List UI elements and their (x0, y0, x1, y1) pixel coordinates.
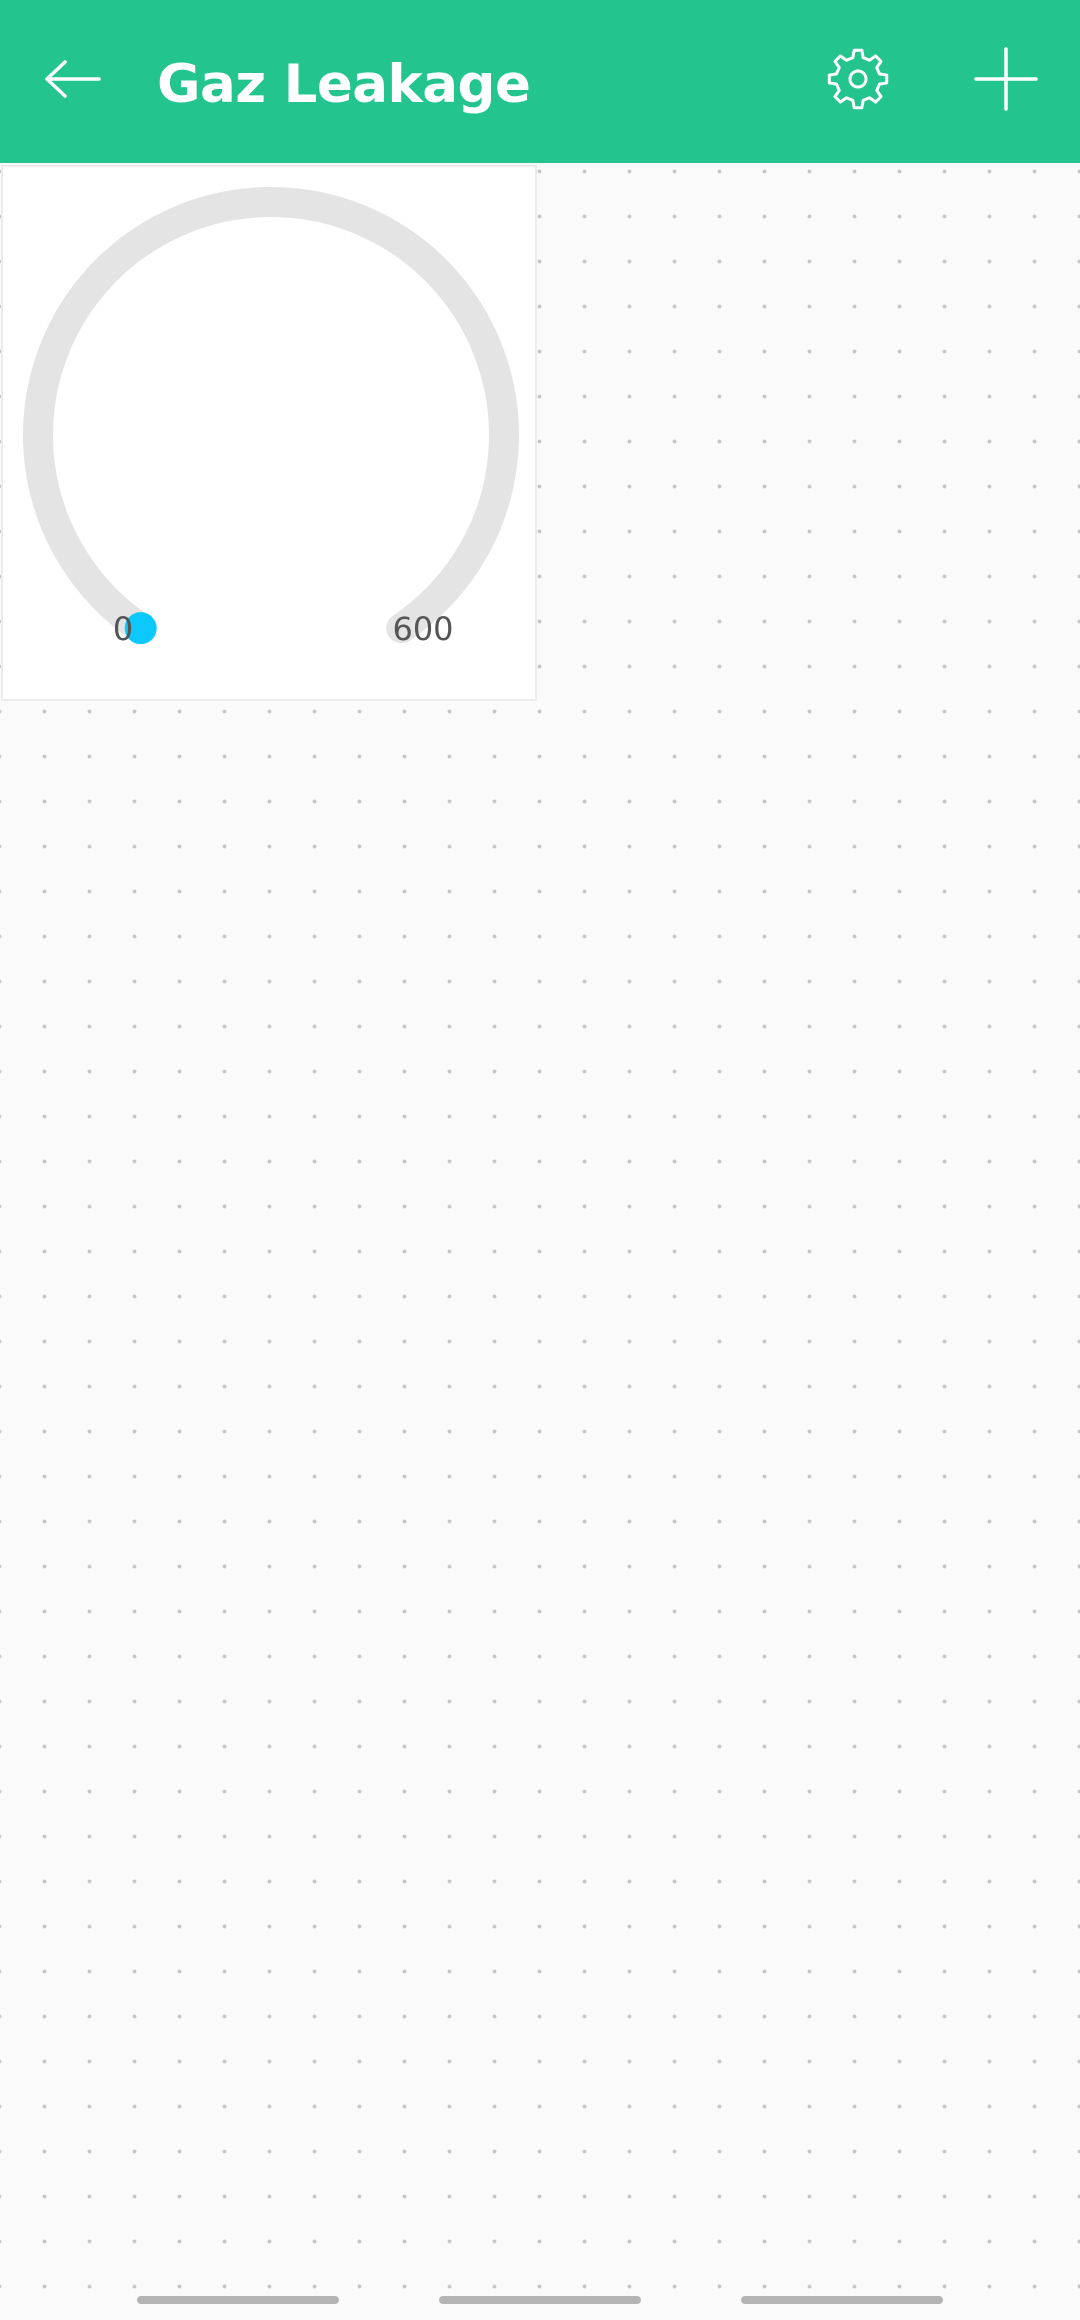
gauge-min-label: 0 (112, 610, 134, 648)
nav-bar-segment-right (741, 2296, 943, 2304)
app-bar: Gaz Leakage (0, 0, 1080, 163)
settings-button[interactable] (812, 36, 904, 122)
add-widget-button[interactable] (960, 36, 1052, 122)
gauge-max-label: 600 (392, 610, 454, 648)
page-title: Gaz Leakage (157, 54, 531, 115)
dashboard-canvas: Gaz Leakage 0 600 (0, 0, 1080, 2320)
nav-bar-segment-left (137, 2296, 339, 2304)
gear-icon (827, 48, 889, 110)
arrow-left-icon (45, 60, 101, 98)
back-button[interactable] (30, 36, 116, 122)
gauge-track (23, 187, 519, 644)
plus-icon (974, 47, 1038, 111)
gauge-widget[interactable]: 0 600 (1, 165, 537, 701)
nav-bar-segment-center (439, 2296, 641, 2304)
